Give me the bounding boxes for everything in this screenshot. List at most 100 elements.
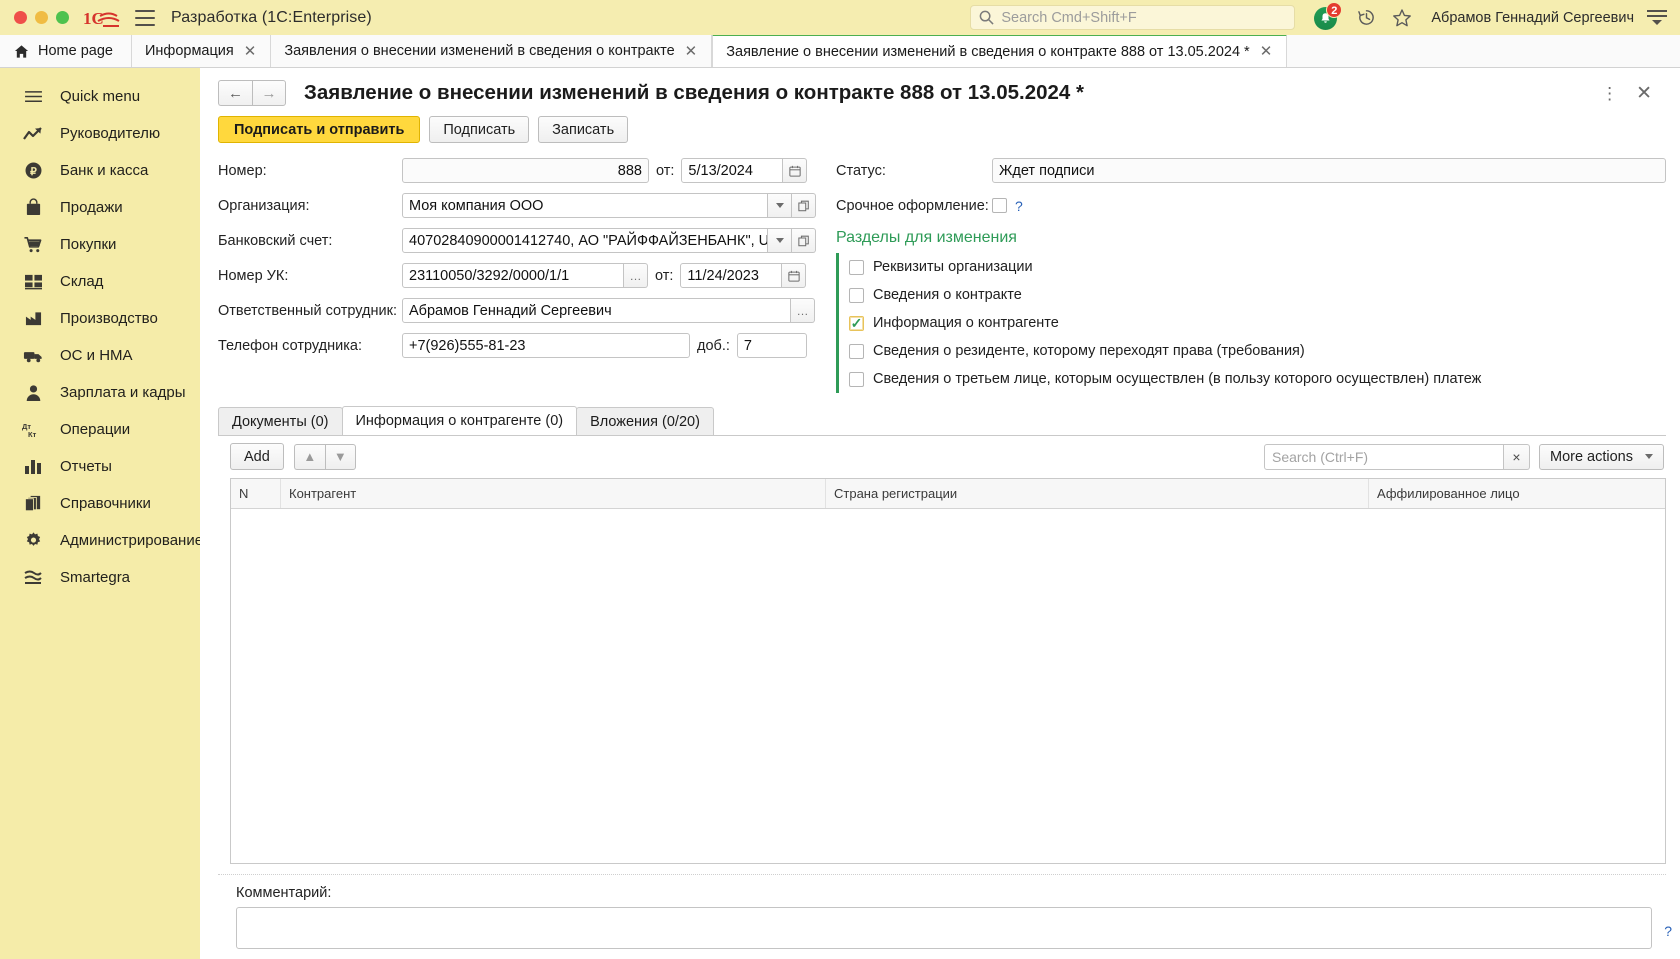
sidebar-item-administrirovanie[interactable]: Администрирование [0, 522, 203, 559]
sign-button[interactable]: Подписать [429, 116, 530, 143]
sidebar-item-bank-i-kassa[interactable]: ₽ Банк и касса [0, 152, 200, 189]
more-actions-button[interactable]: More actions [1538, 443, 1664, 470]
sidebar-item-spravochniki[interactable]: Справочники [0, 485, 200, 522]
section-checkbox[interactable] [849, 343, 864, 359]
bank-account-label: Банковский счет: [218, 232, 333, 249]
section-checkbox[interactable] [849, 287, 864, 303]
close-icon[interactable]: ✕ [1636, 84, 1652, 103]
open-bank-account-icon[interactable] [792, 228, 816, 253]
table-body[interactable] [231, 509, 1665, 863]
hamburger-icon[interactable] [135, 9, 155, 26]
chevron-down-icon[interactable] [768, 228, 792, 253]
uk-date-input[interactable]: 11/24/2023 [680, 263, 783, 288]
section-checkbox[interactable] [849, 259, 864, 275]
star-icon[interactable] [1387, 3, 1417, 33]
tab-informaciya-o-kontragente[interactable]: Информация о контрагенте (0) [341, 406, 578, 435]
organization-input[interactable]: Моя компания ООО [402, 193, 768, 218]
sidebar-item-label: Quick menu [60, 88, 141, 105]
grid-blocks-icon [22, 271, 44, 293]
calendar-icon[interactable] [782, 263, 807, 288]
section-row-contract-info[interactable]: Сведения о контракте [849, 281, 1666, 309]
section-row-counterparty-info[interactable]: ✓ Информация о контрагенте [849, 309, 1666, 337]
calendar-icon[interactable] [783, 158, 808, 183]
comment-input[interactable] [236, 907, 1652, 949]
tab-close-icon[interactable]: ✕ [684, 44, 699, 59]
section-checkbox[interactable] [849, 371, 864, 387]
sidebar-item-label: Операции [60, 421, 131, 438]
tab-close-icon[interactable]: ✕ [243, 44, 258, 59]
column-header-n[interactable]: N [231, 479, 281, 508]
sidebar-item-sklad[interactable]: Склад [0, 263, 200, 300]
urgent-checkbox[interactable] [992, 198, 1007, 213]
number-input[interactable]: 888 [402, 158, 649, 183]
sidebar-item-rukovoditelyu[interactable]: Руководителю [0, 115, 200, 152]
field-row-uk-number: Номер УК: 23110050/3292/0000/1/1 … от: 1… [218, 258, 828, 293]
sign-and-send-button[interactable]: Подписать и отправить [218, 116, 421, 143]
tab-informaciya[interactable]: Информация ✕ [131, 35, 272, 67]
forward-button[interactable]: → [252, 80, 286, 106]
sidebar-item-proizvodstvo[interactable]: Производство [0, 300, 200, 337]
main-menu-icon[interactable] [1646, 8, 1668, 28]
history-nav-buttons: ← → [218, 80, 286, 106]
uk-number-input[interactable]: 23110050/3292/0000/1/1 [402, 263, 624, 288]
sidebar: Quick menu Руководителю ₽ Банк и касса П… [0, 68, 203, 959]
sidebar-item-label: Производство [60, 310, 158, 327]
tab-label: Информация [144, 43, 234, 59]
current-user-label[interactable]: Абрамов Геннадий Сергеевич [1431, 10, 1634, 26]
history-clock-icon[interactable] [1351, 3, 1381, 33]
move-up-icon[interactable]: ▲ [293, 443, 325, 470]
ruble-circle-icon: ₽ [22, 160, 44, 182]
close-window-button[interactable] [14, 11, 27, 24]
select-uk-button[interactable]: … [624, 263, 648, 288]
section-row-resident-info[interactable]: Сведения о резиденте, которому переходят… [849, 337, 1666, 365]
global-search-input[interactable]: Search Cmd+Shift+F [970, 5, 1296, 30]
field-row-bank-account: Банковский счет: 40702840900001412740, А… [218, 223, 828, 258]
sidebar-item-pokupki[interactable]: Покупки [0, 226, 200, 263]
notifications-button[interactable]: 2 [1311, 1, 1343, 33]
tab-vlozheniya[interactable]: Вложения (0/20) [576, 407, 714, 435]
tab-home-page[interactable]: Home page [0, 35, 132, 67]
open-organization-icon[interactable] [792, 193, 816, 218]
comment-label: Комментарий: [236, 885, 332, 901]
column-header-country[interactable]: Страна регистрации [826, 479, 1369, 508]
status-input[interactable]: Ждет подписи [992, 158, 1666, 183]
tab-close-icon[interactable]: ✕ [1259, 44, 1274, 59]
add-row-button[interactable]: Add [230, 443, 284, 470]
table-search-input[interactable]: Search (Ctrl+F) [1263, 443, 1504, 470]
minimize-window-button[interactable] [35, 11, 48, 24]
tab-dokumenty[interactable]: Документы (0) [218, 407, 343, 435]
section-checkbox[interactable]: ✓ [849, 315, 864, 331]
maximize-window-button[interactable] [56, 11, 69, 24]
back-button[interactable]: ← [218, 80, 252, 106]
move-down-icon[interactable]: ▼ [324, 443, 356, 470]
sidebar-item-prodazhi[interactable]: Продажи [0, 189, 200, 226]
more-menu-icon[interactable]: ⋮ [1601, 85, 1618, 102]
employee-input[interactable]: Абрамов Геннадий Сергеевич [402, 298, 791, 323]
clear-search-icon[interactable]: × [1503, 443, 1530, 470]
select-employee-button[interactable]: … [791, 298, 815, 323]
sidebar-item-os-i-nma[interactable]: ОС и НМА [0, 337, 200, 374]
save-button[interactable]: Записать [538, 116, 629, 143]
bank-account-input[interactable]: 40702840900001412740, АО "РАЙФФАЙЗЕНБАНК… [402, 228, 768, 253]
phone-input[interactable]: +7(926)555-81-23 [402, 333, 690, 358]
urgent-help-icon[interactable]: ? [1015, 198, 1023, 214]
tab-zayavleniya-list[interactable]: Заявления о внесении изменений в сведени… [271, 35, 713, 67]
extension-input[interactable]: 7 [736, 333, 807, 358]
number-date-input[interactable]: 5/13/2024 [681, 158, 784, 183]
sidebar-item-otchety[interactable]: Отчеты [0, 448, 200, 485]
sidebar-item-zarplata-i-kadry[interactable]: Зарплата и кадры [0, 374, 200, 411]
column-header-affiliated[interactable]: Аффилированное лицо [1369, 479, 1665, 508]
details-tab-strip: Документы (0) Информация о контрагенте (… [218, 406, 1666, 436]
sidebar-item-operacii[interactable]: Дт Кт Операции [0, 411, 200, 448]
sidebar-item-quick-menu[interactable]: Quick menu [0, 78, 200, 115]
tab-zayavlenie-888[interactable]: Заявление о внесении изменений в сведени… [712, 34, 1288, 67]
window-controls[interactable] [14, 11, 69, 24]
section-row-requisites[interactable]: Реквизиты организации [849, 253, 1666, 281]
section-row-third-party-info[interactable]: Сведения о третьем лице, которым осущест… [849, 365, 1666, 393]
section-label: Сведения о резиденте, которому переходят… [873, 343, 1305, 359]
counterparty-table[interactable]: N Контрагент Страна регистрации Аффилиро… [230, 478, 1666, 864]
column-header-counterparty[interactable]: Контрагент [281, 479, 826, 508]
form-help-icon[interactable]: ? [1664, 923, 1672, 939]
chevron-down-icon[interactable] [768, 193, 792, 218]
sidebar-item-smartegra[interactable]: Smartegra [0, 559, 200, 596]
